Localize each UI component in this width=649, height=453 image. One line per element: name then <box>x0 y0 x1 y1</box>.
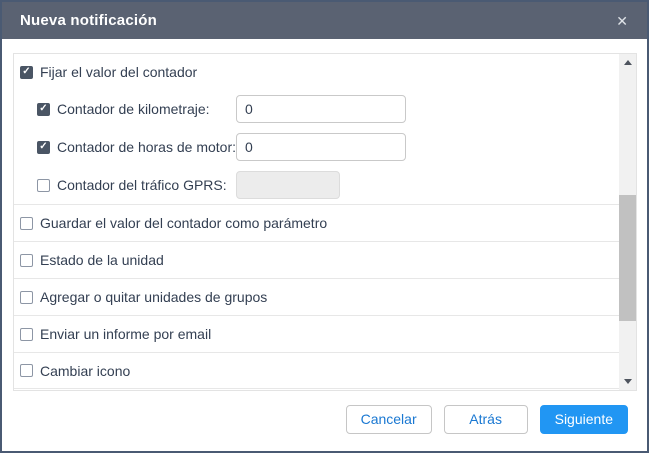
engine-hours-counter-input[interactable] <box>236 133 406 161</box>
next-button[interactable]: Siguiente <box>540 405 628 434</box>
new-notification-dialog: Nueva notificación ✕ Fijar el valor del … <box>0 0 649 453</box>
dialog-title: Nueva notificación <box>20 12 157 29</box>
option-row-save-counter-param[interactable]: Guardar el valor del contador como parám… <box>14 204 619 241</box>
option-label: Fijar el valor del contador <box>40 64 197 80</box>
gprs-traffic-counter-input <box>236 171 340 199</box>
change-icon-checkbox[interactable] <box>20 364 33 377</box>
option-label: Agregar o quitar unidades de grupos <box>40 289 267 305</box>
mileage-counter-label: Contador de kilometraje: <box>57 101 236 117</box>
scroll-down-button[interactable] <box>619 373 636 390</box>
dialog-header: Nueva notificación ✕ <box>2 2 647 39</box>
option-label: Enviar un informe por email <box>40 326 211 342</box>
save-counter-param-checkbox[interactable] <box>20 217 33 230</box>
sub-row-engine-hours-counter: Contador de horas de motor: <box>14 128 619 166</box>
option-row-set-counter[interactable]: Fijar el valor del contador <box>14 54 619 90</box>
scroll-up-button[interactable] <box>619 54 636 71</box>
mileage-counter-input[interactable] <box>236 95 406 123</box>
arrow-up-icon <box>624 60 632 65</box>
cancel-button[interactable]: Cancelar <box>346 405 432 434</box>
vertical-scrollbar[interactable] <box>619 54 636 390</box>
option-row-groups[interactable]: Agregar o quitar unidades de grupos <box>14 278 619 315</box>
option-row-unit-status[interactable]: Estado de la unidad <box>14 241 619 278</box>
engine-hours-counter-checkbox[interactable] <box>37 141 50 154</box>
engine-hours-counter-label: Contador de horas de motor: <box>57 139 236 155</box>
option-label: Guardar el valor del contador como parám… <box>40 215 327 231</box>
set-counter-checkbox[interactable] <box>20 66 33 79</box>
email-report-checkbox[interactable] <box>20 328 33 341</box>
dialog-footer: Cancelar Atrás Siguiente <box>2 391 647 451</box>
sub-row-mileage-counter: Contador de kilometraje: <box>14 90 619 128</box>
scrollbar-thumb[interactable] <box>619 195 636 321</box>
arrow-down-icon <box>624 379 632 384</box>
option-label: Estado de la unidad <box>40 252 164 268</box>
option-row-email-report[interactable]: Enviar un informe por email <box>14 315 619 352</box>
unit-status-checkbox[interactable] <box>20 254 33 267</box>
option-row-change-icon[interactable]: Cambiar icono <box>14 352 619 389</box>
sub-row-gprs-traffic-counter: Contador del tráfico GPRS: <box>14 166 619 204</box>
option-label: Cambiar icono <box>40 363 130 379</box>
close-icon[interactable]: ✕ <box>614 12 630 30</box>
groups-checkbox[interactable] <box>20 291 33 304</box>
options-list: Fijar el valor del contador Contador de … <box>13 53 637 391</box>
mileage-counter-checkbox[interactable] <box>37 103 50 116</box>
gprs-traffic-counter-label: Contador del tráfico GPRS: <box>57 177 236 193</box>
gprs-traffic-counter-checkbox[interactable] <box>37 179 50 192</box>
dialog-body: Fijar el valor del contador Contador de … <box>2 39 647 391</box>
back-button[interactable]: Atrás <box>444 405 528 434</box>
